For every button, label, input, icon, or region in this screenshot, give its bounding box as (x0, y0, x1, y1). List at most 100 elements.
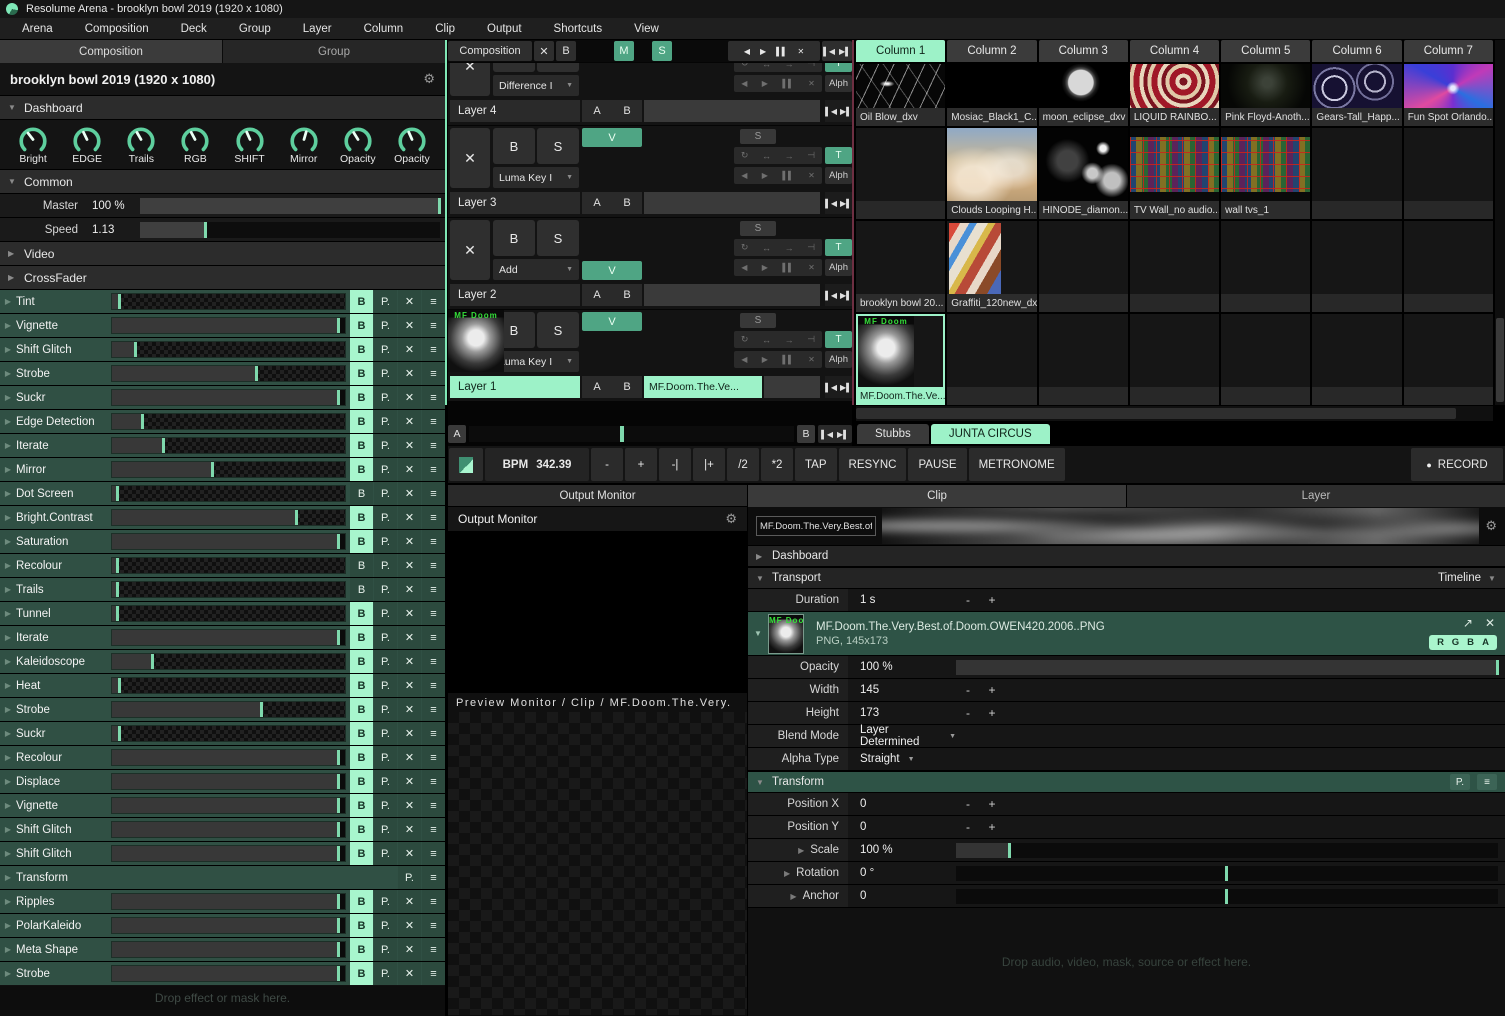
layer-alpha-label[interactable]: Alph (825, 167, 852, 184)
clip-cell-moon-eclipse-dxv[interactable]: moon_eclipse_dxv (1039, 64, 1128, 126)
layer-beatsnap[interactable]: ▌◀ ▶▌ (825, 100, 852, 122)
menu-icon[interactable]: ≡ (422, 914, 445, 937)
crossfader-slider[interactable] (469, 426, 794, 442)
slider-thumb[interactable] (1008, 843, 1011, 858)
deck-tab-junta-circus[interactable]: JUNTA CIRCUS (931, 424, 1050, 444)
slider-thumb[interactable] (337, 942, 340, 957)
layer-alpha-label[interactable]: Alph (825, 351, 852, 368)
play-icon[interactable]: ▶ (760, 47, 766, 56)
ab-a-label[interactable]: A (593, 105, 600, 117)
plus-button[interactable]: + (980, 820, 1004, 834)
composition-clear-button[interactable]: ✕ (534, 41, 554, 61)
menu-icon[interactable]: ≡ (422, 650, 445, 673)
layer-blendmode-select[interactable]: Add ▼ (493, 259, 579, 280)
layer-transition-button[interactable]: T (825, 147, 852, 164)
slider-thumb[interactable] (118, 726, 121, 741)
effect-bypass-button[interactable]: B (350, 722, 373, 745)
minus-button[interactable]: - (956, 820, 980, 834)
menu-icon[interactable]: ≡ (422, 938, 445, 961)
effect-remove-button[interactable]: ✕ (398, 818, 421, 841)
chevron-right-icon[interactable]: ▶ (0, 345, 16, 354)
effect-opacity-slider[interactable] (111, 413, 346, 430)
param-value[interactable]: Straight (860, 753, 900, 765)
slider-thumb[interactable] (337, 798, 340, 813)
effect-bypass-button[interactable]: B (350, 650, 373, 673)
menu-icon[interactable]: ≡ (422, 818, 445, 841)
effect-params-button[interactable]: P. (374, 530, 397, 553)
play-once-icon[interactable]: → (785, 63, 794, 69)
layer-beatsnap[interactable]: ▌◀ ▶▌ (825, 284, 852, 306)
layer-transition-button[interactable]: T (825, 63, 852, 72)
effect-bypass-button[interactable]: B (350, 698, 373, 721)
slider-thumb[interactable] (295, 510, 298, 525)
menu-icon[interactable]: ≡ (422, 866, 445, 889)
chevron-right-icon[interactable]: ▶ (798, 846, 804, 855)
menu-icon[interactable]: ≡ (422, 506, 445, 529)
effect-remove-button[interactable]: ✕ (398, 722, 421, 745)
chevron-right-icon[interactable]: ▶ (0, 849, 16, 858)
slider-thumb[interactable] (337, 534, 340, 549)
effect-bypass-button[interactable]: B (350, 602, 373, 625)
clip-cell-empty[interactable] (856, 128, 945, 219)
minus-button[interactable]: - (956, 797, 980, 811)
menu-arena[interactable]: Arena (8, 20, 67, 38)
random-icon[interactable]: ✕ (808, 263, 815, 272)
slider-thumb[interactable] (162, 438, 165, 453)
layer-solo-small-button[interactable]: S (740, 313, 776, 328)
effect-params-button[interactable]: P. (374, 914, 397, 937)
menu-icon[interactable]: ≡ (422, 794, 445, 817)
bpm-button-[interactable]: -| (659, 448, 691, 481)
slider-thumb[interactable] (337, 774, 340, 789)
play-icon[interactable]: ▶ (762, 355, 768, 364)
clip-cell-empty[interactable] (1404, 221, 1493, 312)
layer-video-button[interactable]: V (582, 312, 642, 331)
slider-thumb[interactable] (116, 582, 119, 597)
effect-bypass-button[interactable]: B (350, 746, 373, 769)
ab-b-label[interactable]: B (623, 289, 630, 301)
effect-remove-button[interactable]: ✕ (398, 938, 421, 961)
crossfader-thumb[interactable] (620, 426, 624, 442)
slider-thumb[interactable] (260, 702, 263, 717)
active-clip-name[interactable]: MF.Doom.The.Ve... (644, 376, 762, 398)
effect-remove-button[interactable]: ✕ (398, 962, 421, 985)
slider-thumb[interactable] (337, 750, 340, 765)
play-once-icon[interactable]: → (785, 151, 794, 161)
effect-remove-button[interactable]: ✕ (398, 386, 421, 409)
slider-thumb[interactable] (337, 918, 340, 933)
effect-remove-button[interactable]: ✕ (398, 770, 421, 793)
bounce-icon[interactable]: ↔ (762, 243, 771, 253)
effect-opacity-slider[interactable] (111, 677, 346, 694)
grid-vertical-scrollbar[interactable] (1495, 40, 1505, 405)
effect-opacity-slider[interactable] (111, 941, 346, 958)
layer-name[interactable]: Layer 4 (450, 100, 580, 122)
effect-params-button[interactable]: P. (374, 698, 397, 721)
menu-icon[interactable]: ≡ (422, 626, 445, 649)
tab-layer[interactable]: Layer (1127, 485, 1505, 507)
chevron-right-icon[interactable]: ▶ (0, 369, 16, 378)
menu-icon[interactable]: ≡ (422, 338, 445, 361)
clip-cell-empty[interactable] (1221, 314, 1310, 405)
effect-bypass-button[interactable]: B (350, 890, 373, 913)
layer-ab-toggle[interactable]: A B (582, 192, 642, 214)
clip-cell-fun-spot-orlando[interactable]: Fun Spot Orlando... (1404, 64, 1493, 126)
hold-icon[interactable]: ⊣ (807, 150, 815, 161)
effect-bypass-button[interactable]: B (350, 578, 373, 601)
effect-opacity-slider[interactable] (111, 461, 346, 478)
column-header-7[interactable]: Column 7 (1404, 40, 1493, 62)
menu-icon[interactable]: ≡ (422, 722, 445, 745)
effect-bypass-button[interactable]: B (350, 458, 373, 481)
menu-icon[interactable]: ≡ (422, 314, 445, 337)
effect-params-button[interactable]: P. (374, 314, 397, 337)
chevron-right-icon[interactable]: ▶ (790, 892, 796, 901)
effect-remove-button[interactable]: ✕ (398, 338, 421, 361)
clip-cell-empty[interactable] (1221, 221, 1310, 312)
chevron-right-icon[interactable]: ▶ (0, 465, 16, 474)
duration-value[interactable]: 1 s (860, 594, 875, 606)
param-value[interactable]: 173 (860, 707, 879, 719)
random-icon[interactable]: ✕ (797, 47, 804, 56)
bounce-icon[interactable]: ↔ (762, 63, 771, 69)
chevron-right-icon[interactable]: ▶ (0, 777, 16, 786)
slider-thumb[interactable] (116, 486, 119, 501)
column-header-3[interactable]: Column 3 (1039, 40, 1128, 62)
slider-thumb[interactable] (116, 558, 119, 573)
